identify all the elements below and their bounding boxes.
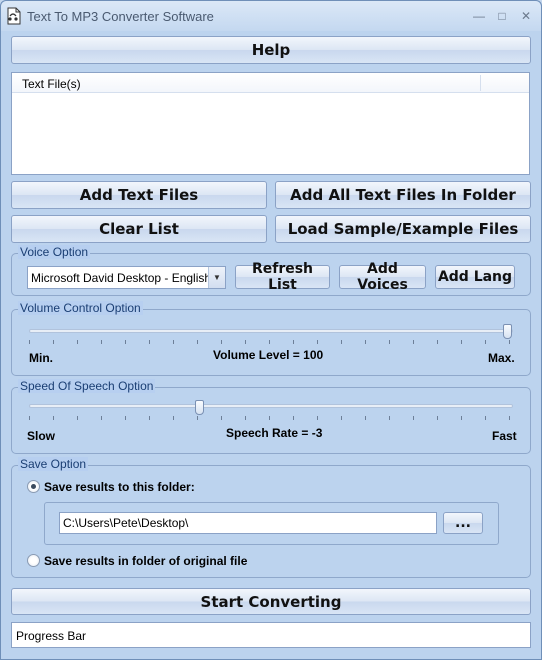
voice-select[interactable]: Microsoft David Desktop - English ▼ bbox=[27, 266, 226, 289]
help-button[interactable]: Help bbox=[11, 36, 531, 64]
slider-tick bbox=[53, 416, 54, 420]
slider-tick bbox=[53, 340, 54, 344]
list-header: Text File(s) bbox=[12, 73, 529, 93]
slider-tick bbox=[485, 340, 486, 344]
slider-tick bbox=[317, 340, 318, 344]
slider-tick bbox=[269, 416, 270, 420]
slider-tick bbox=[197, 340, 198, 344]
add-voices-button[interactable]: Add Voices bbox=[339, 261, 426, 293]
title-bar[interactable]: Text To MP3 Converter Software — □ ✕ bbox=[1, 1, 541, 31]
volume-level-text: Volume Level = 100 bbox=[213, 348, 324, 362]
slider-tick bbox=[245, 340, 246, 344]
speech-rate-text: Speech Rate = -3 bbox=[226, 426, 323, 440]
slider-tick bbox=[413, 340, 414, 344]
slider-tick bbox=[149, 340, 150, 344]
add-lang-button[interactable]: Add Lang bbox=[435, 265, 515, 289]
slider-tick bbox=[389, 416, 390, 420]
speed-fast-label: Fast bbox=[492, 429, 517, 443]
text-file-list[interactable]: Text File(s) bbox=[11, 72, 530, 175]
slider-tick bbox=[77, 416, 78, 420]
clear-list-button[interactable]: Clear List bbox=[11, 215, 267, 243]
speed-slider-thumb[interactable] bbox=[195, 400, 204, 415]
slider-tick bbox=[125, 340, 126, 344]
slider-tick bbox=[365, 416, 366, 420]
slider-tick bbox=[341, 416, 342, 420]
volume-control-label: Volume Control Option bbox=[18, 301, 143, 315]
slider-tick bbox=[101, 416, 102, 420]
save-to-folder-label[interactable]: Save results to this folder: bbox=[44, 480, 195, 494]
chevron-down-icon[interactable]: ▼ bbox=[208, 267, 225, 288]
voice-select-value: Microsoft David Desktop - English bbox=[31, 271, 209, 285]
slider-tick bbox=[461, 340, 462, 344]
speed-slider-ticks bbox=[29, 416, 513, 421]
load-sample-files-button[interactable]: Load Sample/Example Files bbox=[275, 215, 531, 243]
volume-slider-ticks bbox=[29, 340, 513, 345]
column-separator bbox=[480, 75, 481, 91]
maximize-button[interactable]: □ bbox=[493, 8, 511, 24]
slider-tick bbox=[221, 340, 222, 344]
add-all-text-files-in-folder-button[interactable]: Add All Text Files In Folder bbox=[275, 181, 531, 209]
slider-tick bbox=[365, 340, 366, 344]
slider-tick bbox=[317, 416, 318, 420]
slider-tick bbox=[197, 416, 198, 420]
voice-option-label: Voice Option bbox=[18, 245, 91, 259]
slider-tick bbox=[221, 416, 222, 420]
slider-tick bbox=[125, 416, 126, 420]
minimize-button[interactable]: — bbox=[470, 8, 488, 24]
start-converting-button[interactable]: Start Converting bbox=[11, 588, 531, 615]
slider-tick bbox=[293, 340, 294, 344]
window-title: Text To MP3 Converter Software bbox=[27, 9, 214, 24]
slider-tick bbox=[413, 416, 414, 420]
browse-folder-button[interactable]: ... bbox=[443, 512, 483, 534]
save-option-label: Save Option bbox=[18, 457, 89, 471]
slider-tick bbox=[269, 340, 270, 344]
slider-tick bbox=[173, 416, 174, 420]
slider-tick bbox=[509, 340, 510, 344]
slider-tick bbox=[389, 340, 390, 344]
slider-tick bbox=[77, 340, 78, 344]
column-header-text-files[interactable]: Text File(s) bbox=[22, 77, 81, 91]
slider-tick bbox=[29, 416, 30, 420]
refresh-list-button[interactable]: Refresh List bbox=[235, 261, 330, 293]
app-icon bbox=[7, 7, 21, 25]
slider-tick bbox=[149, 416, 150, 420]
speed-slider-track[interactable] bbox=[29, 404, 513, 408]
slider-tick bbox=[293, 416, 294, 420]
volume-max-label: Max. bbox=[488, 351, 515, 365]
slider-tick bbox=[509, 416, 510, 420]
save-in-original-folder-radio[interactable] bbox=[27, 554, 40, 567]
volume-slider-track[interactable] bbox=[29, 329, 513, 333]
slider-tick bbox=[101, 340, 102, 344]
speed-of-speech-label: Speed Of Speech Option bbox=[18, 379, 156, 393]
slider-tick bbox=[173, 340, 174, 344]
speed-slow-label: Slow bbox=[27, 429, 56, 443]
close-button[interactable]: ✕ bbox=[517, 8, 535, 24]
progress-bar: Progress Bar bbox=[11, 622, 531, 648]
slider-tick bbox=[437, 340, 438, 344]
slider-tick bbox=[29, 340, 30, 344]
slider-tick bbox=[245, 416, 246, 420]
slider-tick bbox=[341, 340, 342, 344]
progress-bar-label: Progress Bar bbox=[16, 629, 87, 643]
radio-selected-dot bbox=[31, 484, 36, 489]
volume-min-label: Min. bbox=[29, 351, 53, 365]
save-to-folder-radio[interactable] bbox=[27, 480, 40, 493]
folder-path-input[interactable]: C:\Users\Pete\Desktop\ bbox=[59, 512, 437, 534]
slider-tick bbox=[485, 416, 486, 420]
slider-tick bbox=[437, 416, 438, 420]
save-in-original-folder-label[interactable]: Save results in folder of original file bbox=[44, 554, 247, 568]
slider-tick bbox=[461, 416, 462, 420]
add-text-files-button[interactable]: Add Text Files bbox=[11, 181, 267, 209]
volume-slider-thumb[interactable] bbox=[503, 324, 512, 339]
